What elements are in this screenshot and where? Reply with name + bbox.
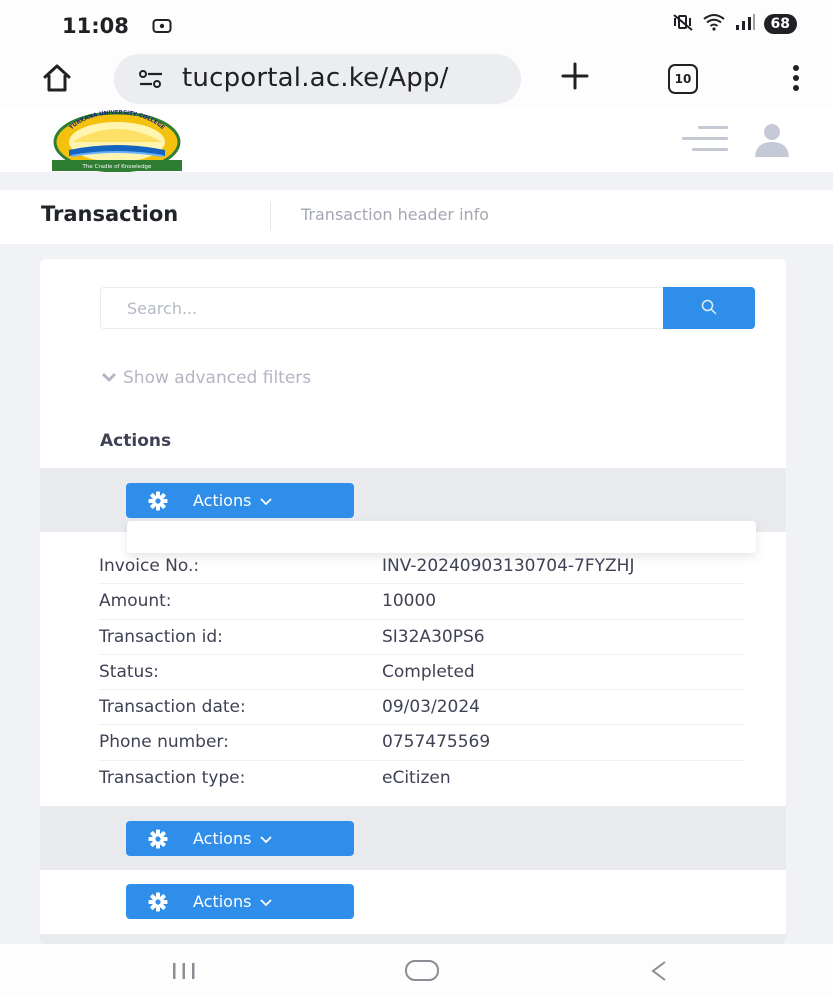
logo-motto: The Cradle of Knowledge bbox=[82, 164, 153, 170]
detail-row-type: Transaction type: eCitizen bbox=[99, 761, 745, 796]
actions-section-label: Actions bbox=[100, 431, 172, 451]
university-logo[interactable]: The Cradle of Knowledge TURKANA UNIVERSI… bbox=[42, 110, 192, 176]
recent-apps-icon[interactable] bbox=[172, 962, 196, 984]
address-bar[interactable]: tucportal.ac.ke/App/ bbox=[114, 54, 521, 104]
detail-value: 09/03/2024 bbox=[382, 697, 480, 718]
detail-row-amount: Amount: 10000 bbox=[99, 584, 745, 620]
battery-badge: 68 bbox=[763, 14, 797, 34]
chevron-down-icon bbox=[260, 829, 272, 848]
wifi-icon bbox=[702, 13, 726, 35]
detail-row-status: Status: Completed bbox=[99, 655, 745, 691]
detail-value: SI32A30PS6 bbox=[382, 626, 485, 647]
transaction-details: Invoice No.: INV-20240903130704-7FYZHJ A… bbox=[99, 549, 745, 796]
table-row-actions bbox=[40, 934, 786, 944]
subheader: Transaction Transaction header info bbox=[0, 190, 833, 244]
home-icon[interactable] bbox=[42, 64, 72, 96]
tab-switcher-icon[interactable]: 10 bbox=[668, 64, 698, 94]
menu-toggle-icon[interactable] bbox=[680, 124, 730, 158]
detail-row-transaction-id: Transaction id: SI32A30PS6 bbox=[99, 620, 745, 655]
gear-icon bbox=[148, 829, 168, 849]
search-input[interactable] bbox=[100, 287, 663, 329]
detail-value: Completed bbox=[382, 661, 475, 682]
detail-key: Invoice No.: bbox=[99, 556, 200, 576]
detail-key: Transaction date: bbox=[99, 697, 246, 718]
actions-dropdown-button[interactable]: Actions bbox=[126, 483, 354, 518]
mute-vibrate-icon bbox=[672, 13, 694, 35]
subheader-separator bbox=[270, 202, 271, 230]
system-nav-bar bbox=[0, 944, 833, 995]
status-time: 11:08 bbox=[62, 14, 129, 38]
status-icons: 68 bbox=[672, 13, 797, 35]
chevron-down-icon bbox=[260, 491, 272, 510]
detail-value: 0757475569 bbox=[382, 732, 491, 753]
site-info-icon[interactable] bbox=[138, 69, 164, 93]
browser-toolbar: tucportal.ac.ke/App/ 10 bbox=[0, 50, 833, 110]
url-text: tucportal.ac.ke/App/ bbox=[182, 63, 449, 93]
page-title: Transaction bbox=[41, 202, 179, 226]
nav-home-icon[interactable] bbox=[405, 960, 439, 981]
header-divider bbox=[0, 172, 833, 190]
detail-value: INV-20240903130704-7FYZHJ bbox=[382, 556, 635, 576]
screen-cast-icon bbox=[152, 17, 172, 39]
advanced-filters-label: Show advanced filters bbox=[123, 368, 312, 388]
status-bar: 11:08 68 bbox=[0, 0, 833, 50]
back-icon[interactable] bbox=[650, 960, 668, 986]
detail-value: eCitizen bbox=[382, 767, 451, 788]
detail-key: Amount: bbox=[99, 591, 172, 612]
gear-icon bbox=[148, 491, 168, 511]
detail-key: Phone number: bbox=[99, 732, 229, 753]
plus-icon[interactable] bbox=[561, 62, 589, 94]
signal-icon bbox=[734, 13, 756, 35]
search-icon bbox=[700, 298, 718, 319]
chevron-down-icon bbox=[101, 368, 117, 388]
page-description: Transaction header info bbox=[301, 205, 490, 224]
advanced-filters-toggle[interactable]: Show advanced filters bbox=[101, 368, 311, 388]
actions-dropdown-button[interactable]: Actions bbox=[126, 821, 354, 856]
detail-key: Status: bbox=[99, 661, 159, 682]
detail-row-invoice: Invoice No.: INV-20240903130704-7FYZHJ bbox=[99, 549, 745, 585]
actions-button-label: Actions bbox=[193, 491, 252, 510]
search-bar bbox=[100, 287, 755, 329]
search-button[interactable] bbox=[663, 287, 755, 329]
detail-row-phone: Phone number: 0757475569 bbox=[99, 725, 745, 761]
detail-key: Transaction type: bbox=[99, 767, 246, 788]
transaction-card: Show advanced filters Actions Actions In… bbox=[40, 259, 786, 944]
detail-row-date: Transaction date: 09/03/2024 bbox=[99, 690, 745, 726]
gear-icon bbox=[148, 892, 168, 912]
actions-dropdown-button[interactable]: Actions bbox=[126, 884, 354, 919]
more-vert-icon[interactable] bbox=[792, 64, 800, 96]
actions-button-label: Actions bbox=[193, 892, 252, 911]
user-icon[interactable] bbox=[752, 122, 792, 162]
detail-key: Transaction id: bbox=[99, 626, 223, 647]
chevron-down-icon bbox=[260, 892, 272, 911]
actions-button-label: Actions bbox=[193, 829, 252, 848]
detail-value: 10000 bbox=[382, 591, 437, 612]
app-header: The Cradle of Knowledge TURKANA UNIVERSI… bbox=[0, 110, 833, 173]
